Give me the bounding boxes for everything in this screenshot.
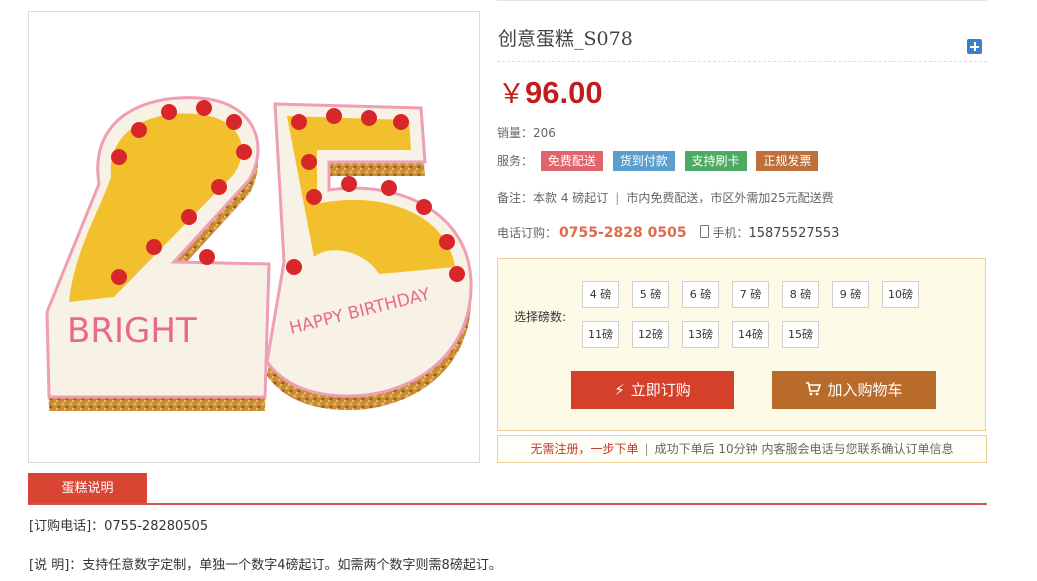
lightning-icon: ⚡ xyxy=(614,381,625,399)
service-tag-invoice[interactable]: 正规发票 xyxy=(756,151,819,171)
notice-separator: | xyxy=(644,442,649,456)
purchase-box: 选择磅数: 4 磅 5 磅 6 磅 7 磅 8 磅 9 磅 10磅 11磅 12… xyxy=(497,258,986,431)
order-note: 备注：本款 4 磅起订 | 市内免费配送，市区外需加25元配送费 xyxy=(497,189,834,206)
weight-option-5[interactable]: 5 磅 xyxy=(632,281,669,308)
sales-value: 206 xyxy=(533,126,556,140)
notice-text: 成功下单后 10分钟 内客服会电话与您联系确认订单信息 xyxy=(654,442,954,456)
plus-icon[interactable] xyxy=(967,39,982,54)
weight-option-15[interactable]: 15磅 xyxy=(782,321,819,348)
service-label: 服务： xyxy=(497,154,534,168)
weight-option-8[interactable]: 8 磅 xyxy=(782,281,819,308)
mobile-number[interactable]: 15875527553 xyxy=(748,226,839,241)
product-title: 创意蛋糕_S078 xyxy=(498,28,633,50)
weight-select-label: 选择磅数: xyxy=(514,310,567,324)
price-value: 96.00 xyxy=(525,75,603,110)
service-tag-free-delivery[interactable]: 免费配送 xyxy=(540,151,603,171)
note-delivery: 市内免费配送，市区外需加25元配送费 xyxy=(626,191,834,205)
order-now-button[interactable]: ⚡ 立即订购 xyxy=(571,371,734,409)
weight-option-7[interactable]: 7 磅 xyxy=(732,281,769,308)
detail-order-phone: [订购电话]：0755-28280505 xyxy=(29,519,209,534)
notice-highlight: 无需注册，一步下单 xyxy=(530,442,639,456)
mobile-phone-icon xyxy=(700,225,710,238)
sales-count: 销量：206 xyxy=(497,124,556,141)
weight-option-4[interactable]: 4 磅 xyxy=(582,281,619,308)
weight-option-6[interactable]: 6 磅 xyxy=(682,281,719,308)
title-divider xyxy=(497,61,987,62)
weight-option-11[interactable]: 11磅 xyxy=(582,321,619,348)
phone-row: 电话订购： 0755-2828 0505 手机：15875527553 xyxy=(497,223,839,243)
note-separator: | xyxy=(615,191,620,205)
weight-option-12[interactable]: 12磅 xyxy=(632,321,669,348)
cake-text-bright: BRIGHT xyxy=(67,311,197,351)
note-label: 备注： xyxy=(497,191,534,205)
weight-option-13[interactable]: 13磅 xyxy=(682,321,719,348)
add-to-cart-label: 加入购物车 xyxy=(827,381,903,399)
order-now-label: 立即订购 xyxy=(630,381,691,399)
currency-symbol: ￥ xyxy=(498,79,525,110)
service-tag-card-payment[interactable]: 支持刷卡 xyxy=(684,151,747,171)
add-to-cart-button[interactable]: 加入购物车 xyxy=(772,371,936,409)
product-price: ￥96.00 xyxy=(498,72,603,111)
tab-underline xyxy=(28,503,987,505)
tab-cake-description[interactable]: 蛋糕说明 xyxy=(28,473,147,504)
order-notice: 无需注册，一步下单 | 成功下单后 10分钟 内客服会电话与您联系确认订单信息 xyxy=(497,435,987,463)
note-min-weight: 本款 4 磅起订 xyxy=(533,191,609,205)
service-row: 服务： 免费配送 货到付款 支持刷卡 正规发票 xyxy=(497,151,824,172)
service-tag-cash-on-delivery[interactable]: 货到付款 xyxy=(612,151,675,171)
weight-option-10[interactable]: 10磅 xyxy=(882,281,919,308)
phone-number[interactable]: 0755-2828 0505 xyxy=(559,225,687,241)
top-divider xyxy=(497,0,987,1)
detail-description: [说 明]：支持任意数字定制，单独一个数字4磅起订。如需两个数字则需8磅起订。 xyxy=(29,558,502,573)
weight-option-14[interactable]: 14磅 xyxy=(732,321,769,348)
cart-icon xyxy=(805,371,822,409)
mobile-label: 手机： xyxy=(712,226,749,240)
product-image[interactable]: BRIGHT HAPPY BIRTHDAY xyxy=(28,11,480,463)
weight-option-9[interactable]: 9 磅 xyxy=(832,281,869,308)
sales-label: 销量： xyxy=(497,126,534,140)
phone-label: 电话订购： xyxy=(497,226,558,240)
